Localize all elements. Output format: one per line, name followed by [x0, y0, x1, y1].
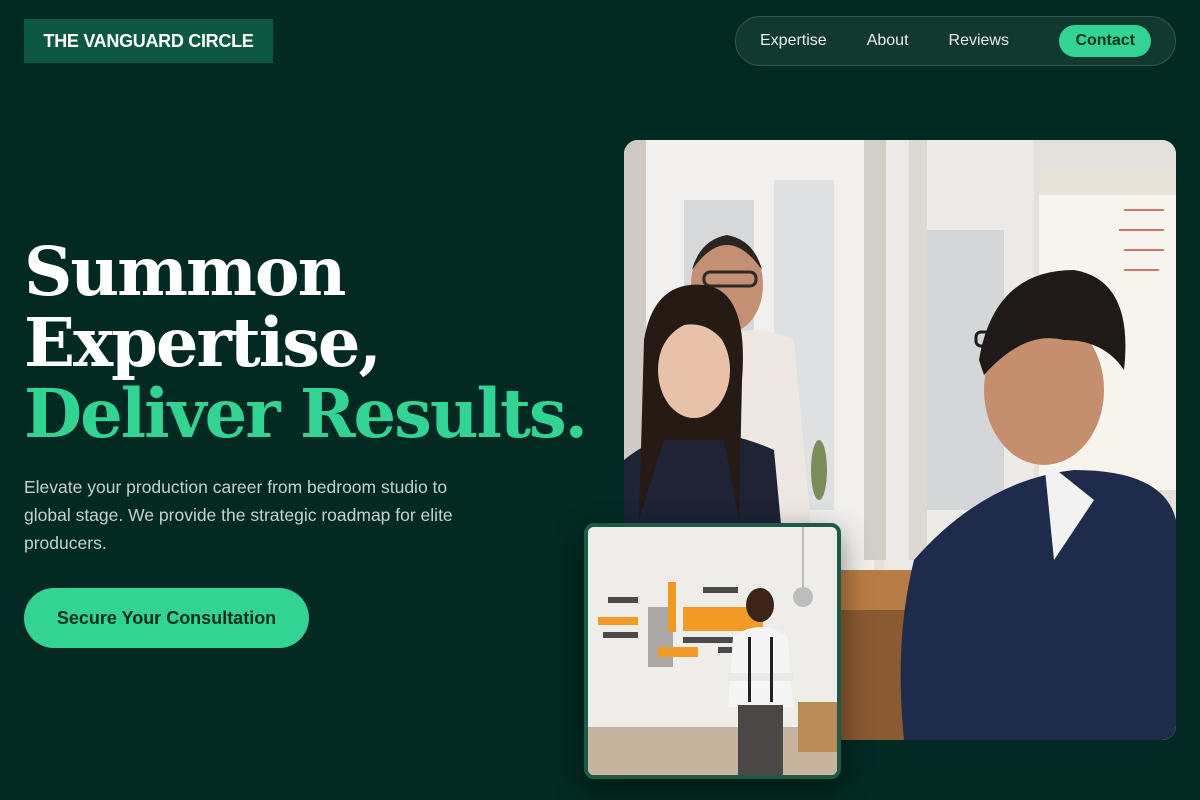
headline-line-2: Expertise,: [24, 303, 382, 382]
brand-name: THE VANGUARD CIRCLE: [43, 30, 254, 51]
word-wall-photo: [584, 523, 841, 779]
nav-link-reviews[interactable]: Reviews: [949, 32, 1009, 50]
hero-headline: Summon Expertise, Deliver Results.: [24, 232, 588, 453]
brand-logo[interactable]: THE VANGUARD CIRCLE: [24, 19, 273, 63]
consultation-button[interactable]: Secure Your Consultation: [24, 588, 309, 648]
headline-line-3: Deliver Results.: [24, 374, 588, 453]
nav-link-expertise[interactable]: Expertise: [760, 32, 827, 50]
headline-line-1: Summon: [24, 232, 346, 311]
main-nav: Expertise About Reviews Contact: [735, 16, 1176, 66]
nav-link-about[interactable]: About: [867, 32, 909, 50]
nav-contact-button[interactable]: Contact: [1059, 25, 1151, 57]
hero-subtext: Elevate your production career from bedr…: [24, 477, 453, 553]
